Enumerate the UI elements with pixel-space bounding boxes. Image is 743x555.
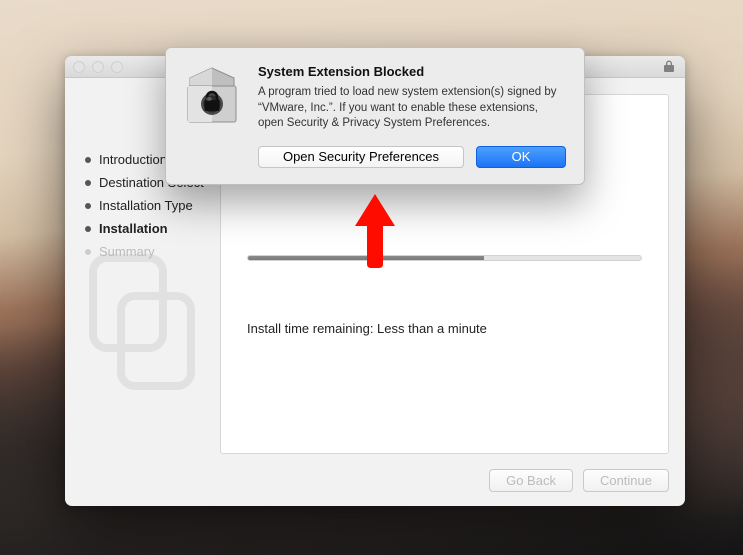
sidebar-background-art [83, 248, 203, 398]
ok-button[interactable]: OK [476, 146, 566, 168]
open-security-preferences-button[interactable]: Open Security Preferences [258, 146, 464, 168]
install-status-text: Install time remaining: Less than a minu… [247, 321, 642, 336]
close-dot[interactable] [73, 61, 85, 73]
minimize-dot[interactable] [92, 61, 104, 73]
sidebar-item-summary: Summary [85, 240, 220, 263]
go-back-button: Go Back [489, 469, 573, 492]
traffic-lights [73, 61, 123, 73]
security-preferences-icon [180, 64, 244, 128]
system-extension-dialog: System Extension Blocked A program tried… [165, 47, 585, 185]
lock-icon [663, 60, 675, 76]
zoom-dot[interactable] [111, 61, 123, 73]
sidebar-item-install-type: Installation Type [85, 194, 220, 217]
annotation-arrow-icon [353, 192, 397, 270]
install-progress [247, 255, 642, 261]
dialog-title: System Extension Blocked [258, 64, 566, 79]
sidebar-item-installation: Installation [85, 217, 220, 240]
dialog-body: A program tried to load new system exten… [258, 85, 566, 132]
continue-button: Continue [583, 469, 669, 492]
